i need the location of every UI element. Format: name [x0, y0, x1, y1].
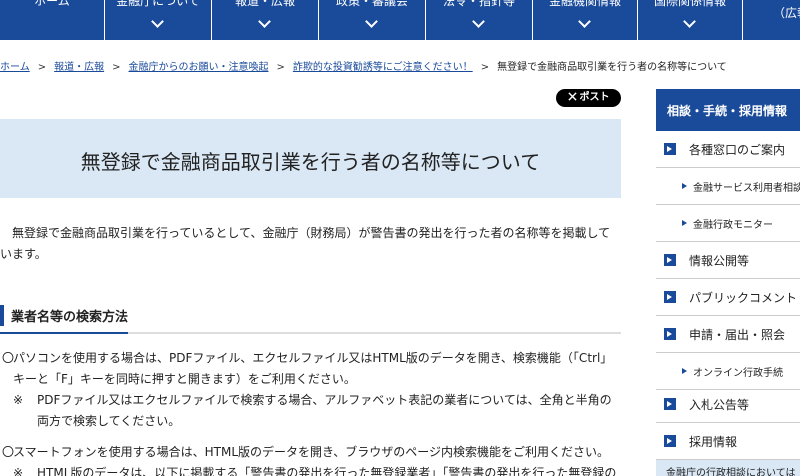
sidebar-heading: 相談・手続・採用情報 [656, 89, 800, 131]
nav-policy[interactable]: 政策・審議会 [319, 0, 425, 40]
sidebar-subitem-online[interactable]: オンライン行政手続 [656, 353, 800, 390]
breadcrumb: ホーム > 報道・広報 > 金融庁からのお願い・注意喚起 > 詐欺的な投資勧誘等にご注意くだ… [0, 58, 727, 73]
nav-international[interactable]: 国際関係情報 [638, 0, 742, 40]
arrow-square-icon [664, 143, 676, 155]
sidebar-footer-banner[interactable]: 金融庁の行政相談においては [656, 460, 800, 476]
chevron-down-icon [472, 15, 485, 28]
sidebar-item-label: 申請・届出・照会 [689, 328, 786, 342]
sidebar-heading-label: 相談・手続・採用情報 [667, 104, 788, 118]
note-text: HTML版のデータは、以下に掲載する「警告書の発出を行った無登録業者」「警告書の… [37, 466, 617, 476]
arrow-right-icon [682, 368, 687, 374]
nav-policy-label: 政策・審議会 [335, 0, 408, 8]
sidebar-item-bids[interactable]: 入札公告等 [656, 386, 800, 423]
list-item-text: スマートフォンを使用する場合は、HTML版のデータを開き、ブラウザのページ内検索… [13, 445, 609, 459]
list-item: 〇 スマートフォンを使用する場合は、HTML版のデータを開き、ブラウザのページ内… [0, 442, 621, 463]
nav-institutions[interactable]: 金融機関情報 [533, 0, 637, 40]
note-text: PDFファイル又はエクセルファイルで検索する場合、アルファベット表記の業者につい… [37, 393, 612, 428]
nav-pr-label: （広報 [773, 6, 800, 20]
breadcrumb-current: 無登録で金融商品取引業を行う者の名称等について [497, 62, 727, 73]
intro-paragraph: 無登録で金融商品取引業を行っているとして、金融庁（財務局）が警告書の発出を行った… [0, 226, 611, 261]
title-banner: 無登録で金融商品取引業を行う者の名称等について [0, 119, 621, 198]
note-mark: ※ [13, 466, 24, 476]
nav-press-label: 報道・広報 [234, 0, 295, 8]
chevron-down-icon [683, 15, 696, 28]
nav-institutions-label: 金融機関情報 [548, 0, 621, 8]
breadcrumb-requests[interactable]: 金融庁からのお願い・注意喚起 [128, 62, 268, 73]
arrow-square-icon [664, 435, 676, 447]
note-mark: ※ [13, 393, 24, 407]
x-post-button[interactable]: ポスト [556, 89, 621, 107]
chevron-down-icon [258, 15, 271, 28]
sidebar-item-public-comment[interactable]: パブリックコメント [656, 279, 800, 316]
nav-about[interactable]: 金融庁について [105, 0, 211, 40]
sidebar-item-recruit[interactable]: 採用情報 [656, 423, 800, 460]
sidebar-footer-text: 金融庁の行政相談においては [666, 468, 796, 476]
sidebar-subitem-label: 金融行政モニター [693, 220, 773, 231]
nav-international-label: 国際関係情報 [653, 0, 726, 8]
x-logo-icon [567, 92, 577, 101]
nav-pr[interactable]: （広報 [743, 0, 800, 40]
global-nav: ホーム 金融庁について 報道・広報 政策・審議会 法令・指針等 金融機関情報 国… [0, 0, 800, 40]
heading-underline [0, 332, 128, 334]
breadcrumb-home[interactable]: ホーム [0, 62, 30, 73]
x-post-label: ポスト [579, 92, 610, 103]
section-title: 業者名等の検索方法 [11, 310, 129, 325]
section-heading: 業者名等の検索方法 [0, 303, 621, 334]
sidebar-item-label: 各種窓口のご案内 [689, 143, 786, 157]
sidebar-subitem-monitor[interactable]: 金融行政モニター [656, 205, 800, 242]
breadcrumb-separator: > [480, 62, 490, 73]
sidebar-item-applications[interactable]: 申請・届出・照会 [656, 316, 800, 353]
note-item: ※ PDFファイル又はエクセルファイルで検索する場合、アルファベット表記の業者に… [13, 390, 621, 432]
sidebar-item-label: パブリックコメント [689, 291, 798, 305]
nav-laws-label: 法令・指針等 [442, 0, 515, 8]
arrow-square-icon [664, 398, 676, 410]
breadcrumb-fraud-warning[interactable]: 詐欺的な投資勧誘等にご注意ください！ [293, 62, 473, 73]
arrow-square-icon [664, 254, 676, 266]
sidebar-item-disclosure[interactable]: 情報公開等 [656, 242, 800, 279]
sidebar-subitem-label: 金融サービス利用者相談室 [693, 183, 800, 194]
sidebar-subitem-label: オンライン行政手続 [693, 368, 783, 379]
nav-home-label: ホーム [34, 0, 70, 8]
page-title: 無登録で金融商品取引業を行う者の名称等について [80, 150, 541, 174]
breadcrumb-separator: > [112, 62, 121, 73]
sidebar-item-contact[interactable]: 各種窓口のご案内 [656, 131, 800, 168]
nav-home[interactable]: ホーム [0, 0, 104, 40]
breadcrumb-separator: > [37, 62, 47, 73]
chevron-down-icon [365, 15, 378, 28]
arrow-square-icon [664, 291, 676, 303]
sidebar-item-label: 入札公告等 [689, 398, 750, 412]
nav-laws[interactable]: 法令・指針等 [426, 0, 532, 40]
nav-press[interactable]: 報道・広報 [212, 0, 318, 40]
arrow-right-icon [682, 220, 687, 226]
breadcrumb-separator: > [276, 62, 285, 73]
breadcrumb-press[interactable]: 報道・広報 [54, 62, 104, 73]
chevron-down-icon [578, 15, 591, 28]
sidebar-subitem-consumer-office[interactable]: 金融サービス利用者相談室 [656, 168, 800, 205]
heading-accent-bar [0, 305, 4, 326]
note-item: ※ HTML版のデータは、以下に掲載する「警告書の発出を行った無登録業者」「警告… [13, 463, 621, 476]
arrow-right-icon [682, 183, 687, 189]
chevron-down-icon [151, 15, 164, 28]
list-item-text: パソコンを使用する場合は、PDFファイル、エクセルファイル又はHTML版のデータ… [13, 351, 613, 386]
nav-about-label: 金融庁について [116, 0, 200, 8]
list-item: 〇 パソコンを使用する場合は、PDFファイル、エクセルファイル又はHTML版のデ… [0, 348, 621, 390]
arrow-square-icon [664, 328, 676, 340]
sidebar-item-label: 採用情報 [689, 435, 738, 449]
sidebar-item-label: 情報公開等 [689, 254, 750, 268]
